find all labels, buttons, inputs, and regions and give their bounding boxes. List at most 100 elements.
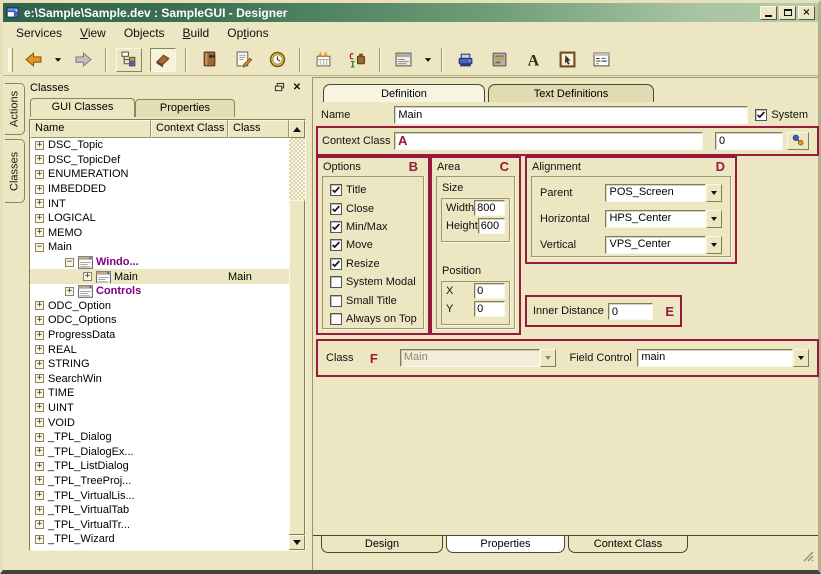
designer-button[interactable] [150,48,176,72]
tree-row-tpl-listdialog[interactable]: +_TPL_ListDialog [30,459,289,474]
fonts-button[interactable]: A [520,48,546,72]
tree-expander-expand[interactable]: + [35,418,44,427]
class-library-button[interactable] [196,48,222,72]
tab-definition[interactable]: Definition [323,84,485,102]
float-panel-icon[interactable] [272,82,286,94]
tree-expander-expand[interactable]: + [35,433,44,442]
class-combobox[interactable]: Main [400,349,556,367]
tree-row-imbedded[interactable]: +IMBEDDED [30,182,289,197]
tree-row-tpl-wizard[interactable]: +_TPL_Wizard [30,532,289,547]
close-panel-icon[interactable]: ✕ [290,82,304,94]
tree-expander-expand[interactable]: + [65,287,74,296]
close-button[interactable]: × [798,6,815,20]
checkbox-min-max[interactable]: Min/Max [323,218,423,236]
class-combobox-button[interactable] [540,349,556,367]
tree-row-logical[interactable]: +LOGICAL [30,211,289,226]
tree-expander-expand[interactable]: + [35,476,44,485]
import-window-button[interactable] [310,48,336,72]
tree-expander-expand[interactable]: + [35,316,44,325]
checkbox-move[interactable]: Move [323,236,423,254]
tree-expander-expand[interactable]: + [35,360,44,369]
tree-row-enumeration[interactable]: +ENUMERATION [30,167,289,182]
checkbox-title-box[interactable] [330,184,342,196]
tree-expander-expand[interactable]: + [35,185,44,194]
tree-row-int[interactable]: +INT [30,196,289,211]
tree-expander-expand[interactable]: + [35,301,44,310]
select-form-menu-button[interactable] [421,48,435,72]
bottom-tab-design[interactable]: Design [321,536,443,553]
select-form-button[interactable] [390,48,416,72]
tree-expander-expand[interactable]: + [35,155,44,164]
nav-back-button[interactable] [20,48,46,72]
field-input-width[interactable]: 800 [474,200,505,216]
tree-row-tpl-dialog[interactable]: +_TPL_Dialog [30,430,289,445]
column-header-context-class[interactable]: Context Class [151,120,228,138]
field-control-combobox-button[interactable] [793,349,809,367]
test-mode-button[interactable] [554,48,580,72]
tree-row-dsc-topic[interactable]: +DSC_Topic [30,138,289,153]
tree-row-tpl-virtualtab[interactable]: +_TPL_VirtualTab [30,503,289,518]
scrollbar-track[interactable] [289,138,305,200]
checkbox-move-box[interactable] [330,239,342,251]
checkbox-resize-box[interactable] [330,258,342,270]
vertical-combobox-button[interactable] [706,236,722,254]
tree-row-progressdata[interactable]: +ProgressData [30,328,289,343]
field-input-y[interactable]: 0 [474,301,505,317]
bottom-tab-context-class[interactable]: Context Class [568,536,688,553]
tree-expander-expand[interactable]: + [35,374,44,383]
tree-row-tpl-virtuallis[interactable]: +_TPL_VirtualLis... [30,488,289,503]
parent-combobox-button[interactable] [706,184,722,202]
menu-item-build[interactable]: Build [174,23,219,43]
tree-row-main[interactable]: +MainMain [30,269,289,284]
nav-back-menu-button[interactable] [51,48,65,72]
scroll-up-button[interactable] [289,120,305,138]
checkbox-system-modal[interactable]: System Modal [323,273,423,291]
tree-expander-expand[interactable]: + [35,462,44,471]
horizontal-combobox-button[interactable] [706,210,722,228]
system-checkbox-box[interactable] [755,109,767,121]
tab-text-definitions[interactable]: Text Definitions [488,84,654,102]
vertical-combobox[interactable]: VPS_Center [605,236,722,254]
tree-row-main[interactable]: −Main [30,240,289,255]
system-checkbox[interactable]: System [755,109,808,121]
inner-distance-input[interactable]: 0 [608,303,653,320]
bottom-tab-properties[interactable]: Properties [446,536,565,553]
column-header-class[interactable]: Class [228,120,289,138]
tree-expander-collapse[interactable]: − [35,243,44,252]
tree-row-string[interactable]: +STRING [30,357,289,372]
column-header-name[interactable]: Name [30,120,151,138]
tree-row-real[interactable]: +REAL [30,342,289,357]
tree-row-odc-option[interactable]: +ODC_Option [30,299,289,314]
tree-expander-expand[interactable]: + [35,506,44,515]
field-input-height[interactable]: 600 [478,218,505,234]
checkbox-small-title[interactable]: Small Title [323,291,423,309]
tree-expander-collapse[interactable]: − [65,258,74,267]
menu-item-options[interactable]: Options [218,23,277,43]
minimize-button[interactable] [760,6,777,20]
tree-expander-expand[interactable]: + [35,199,44,208]
tree-expander-expand[interactable]: + [83,272,92,281]
tree-expander-expand[interactable]: + [35,331,44,340]
tree-expander-expand[interactable]: + [35,228,44,237]
print-button[interactable] [452,48,478,72]
tree-expander-expand[interactable]: + [35,345,44,354]
checkbox-system-modal-box[interactable] [330,276,342,288]
nav-forward-button[interactable] [70,48,96,72]
tree-expander-expand[interactable]: + [35,170,44,179]
tree-expander-expand[interactable]: + [35,520,44,529]
tab-properties[interactable]: Properties [135,99,235,117]
history-button[interactable] [264,48,290,72]
tree-row-tpl-treeproj[interactable]: +_TPL_TreeProj... [30,474,289,489]
tree-expander-expand[interactable]: + [35,389,44,398]
tree-expander-expand[interactable]: + [35,214,44,223]
export-device-button[interactable] [486,48,512,72]
tree-expander-expand[interactable]: + [35,491,44,500]
tree-expander-expand[interactable]: + [35,535,44,544]
checkbox-close[interactable]: Close [323,199,423,217]
tree-row-searchwin[interactable]: +SearchWin [30,372,289,387]
context-class-index-input[interactable]: 0 [715,132,783,150]
resize-grip[interactable] [801,549,814,562]
checkbox-close-box[interactable] [330,203,342,215]
tree-row-tpl-virtualtr[interactable]: +_TPL_VirtualTr... [30,517,289,532]
class-tree-button[interactable] [116,48,142,72]
